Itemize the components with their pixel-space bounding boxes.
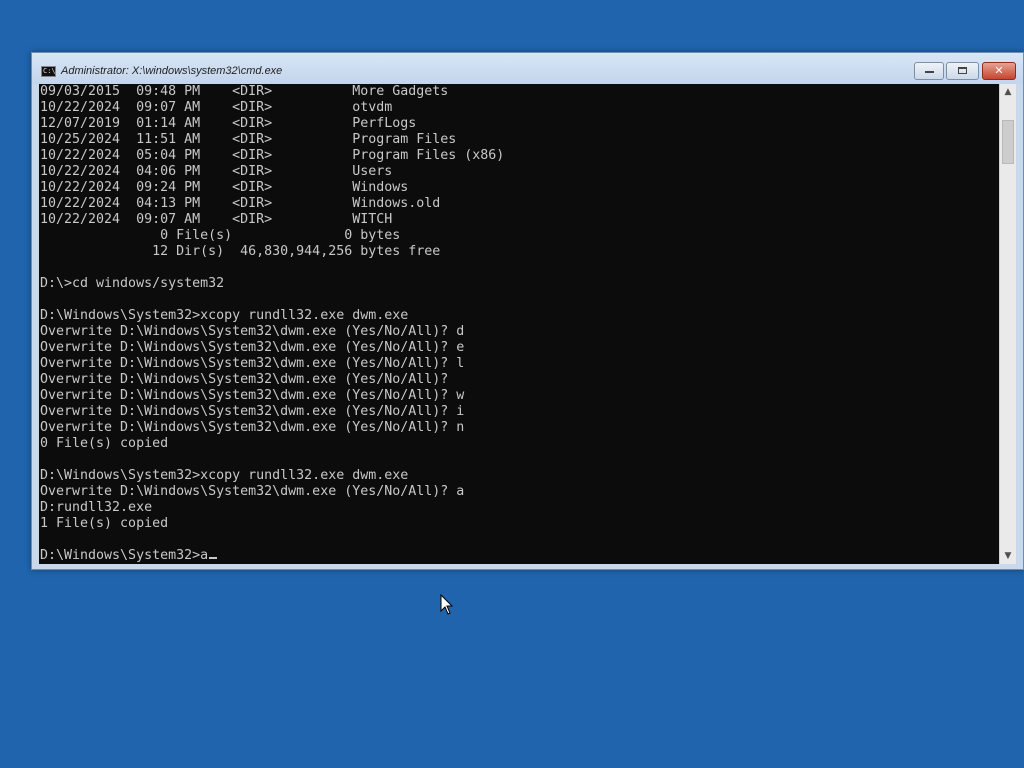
title-bar[interactable]: C:\ Administrator: X:\windows\system32\c… xyxy=(32,53,1023,84)
vertical-scrollbar[interactable]: ▲ ▼ xyxy=(999,84,1016,564)
maximize-icon xyxy=(958,67,967,74)
scroll-thumb[interactable] xyxy=(1002,120,1014,164)
close-icon: ✕ xyxy=(994,64,1004,77)
console-output[interactable]: 09/03/2015 09:48 PM <DIR> More Gadgets 1… xyxy=(39,84,999,564)
maximize-button[interactable] xyxy=(946,62,979,80)
cmd-icon[interactable]: C:\ xyxy=(41,66,56,77)
cmd-window[interactable]: C:\ Administrator: X:\windows\system32\c… xyxy=(31,52,1024,570)
minimize-button[interactable] xyxy=(914,62,944,80)
console-text: 09/03/2015 09:48 PM <DIR> More Gadgets 1… xyxy=(40,84,505,563)
cmd-icon-glyph: C:\ xyxy=(43,67,56,75)
scroll-down-icon[interactable]: ▼ xyxy=(1000,548,1016,564)
desktop-background: C:\ Administrator: X:\windows\system32\c… xyxy=(0,0,1024,768)
scroll-up-icon[interactable]: ▲ xyxy=(1000,84,1016,100)
minimize-icon xyxy=(924,71,934,73)
close-button[interactable]: ✕ xyxy=(982,62,1016,80)
mouse-pointer-icon xyxy=(440,594,454,615)
text-cursor xyxy=(209,557,218,559)
window-title: Administrator: X:\windows\system32\cmd.e… xyxy=(61,65,283,77)
